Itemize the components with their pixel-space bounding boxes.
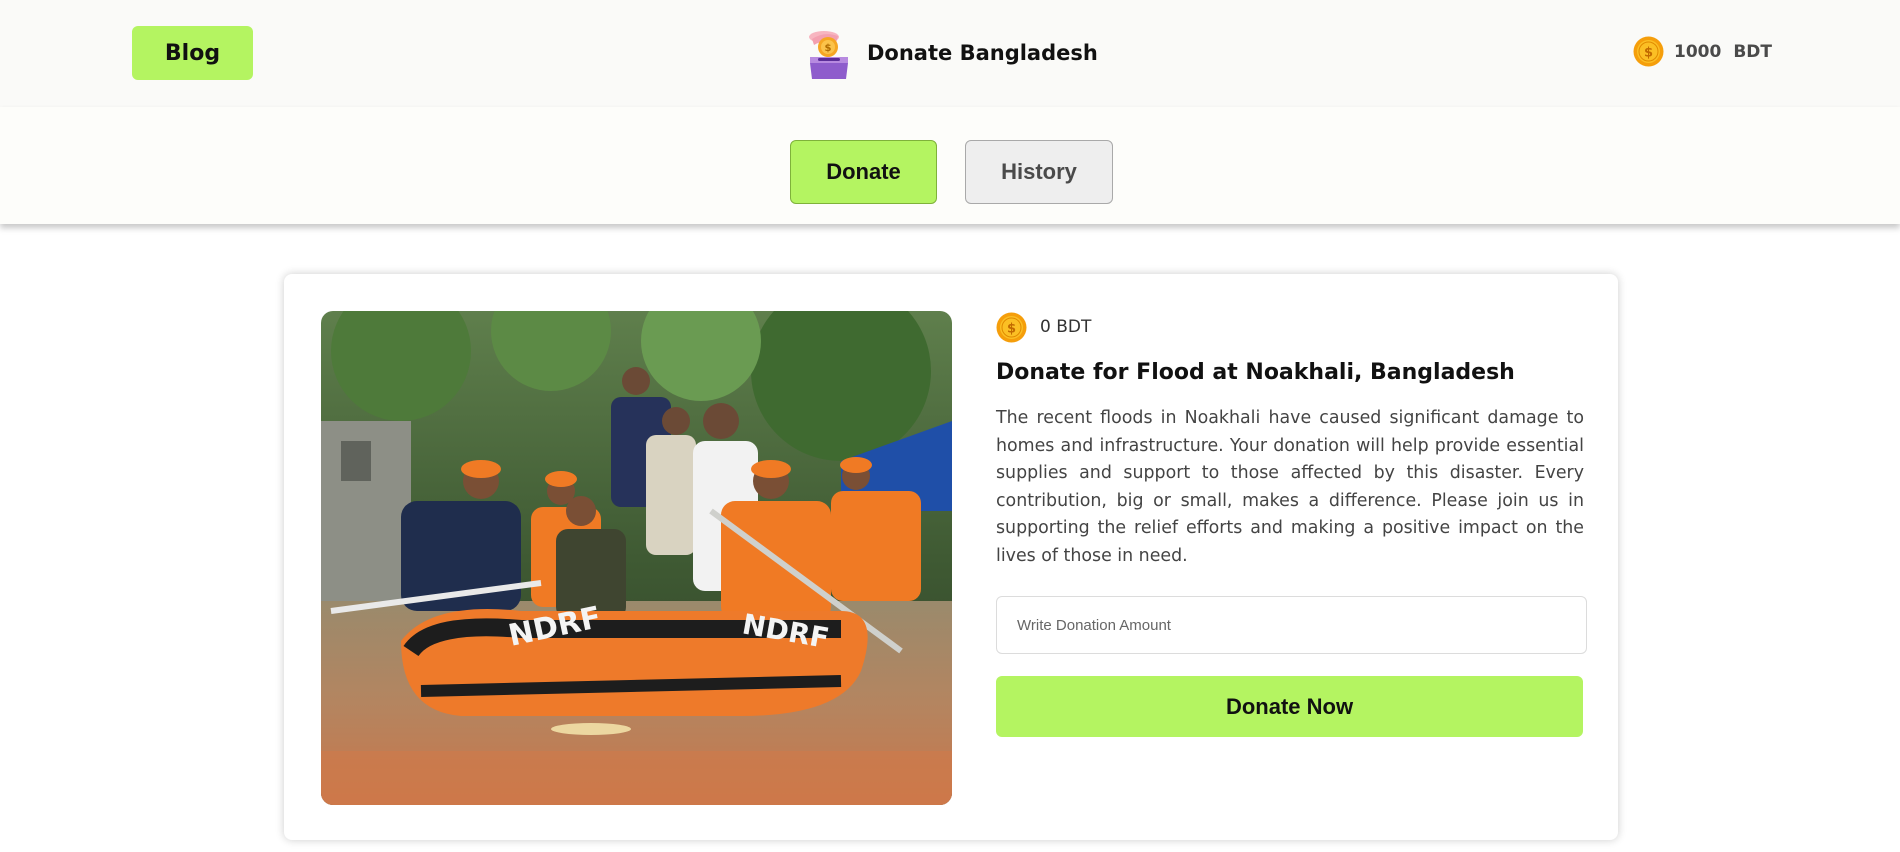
donation-card: NDRF NDRF $ 0 BDT Donate for Flood at No… [284,274,1618,840]
svg-text:$: $ [1644,46,1653,61]
blog-button[interactable]: Blog [132,26,253,80]
donation-details: $ 0 BDT Donate for Flood at Noakhali, Ba… [996,311,1587,737]
svg-text:$: $ [825,43,832,54]
gold-coin-icon: $ [996,312,1027,343]
brand: $ Donate Bangladesh [800,25,1098,81]
svg-text:$: $ [1007,321,1016,336]
gold-coin-icon: $ [1633,36,1664,67]
raised-amount: $ 0 BDT [996,311,1584,343]
brand-title: Donate Bangladesh [867,41,1098,65]
tab-bar: Donate History [0,107,1900,224]
cause-title: Donate for Flood at Noakhali, Bangladesh [996,360,1515,385]
top-navbar: Blog $ Donate Bangladesh $ 1000 BDT [0,0,1900,107]
flood-rescue-photo: NDRF NDRF [321,311,952,805]
balance-display: $ 1000 BDT [1633,36,1772,67]
cause-description: The recent floods in Noakhali have cause… [996,408,1584,566]
raised-amount-text: 0 BDT [1040,317,1092,337]
donate-now-button[interactable]: Donate Now [996,676,1583,737]
donation-box-icon: $ [800,25,858,81]
balance-currency: BDT [1733,41,1772,62]
balance-amount: 1000 [1674,41,1722,62]
donation-amount-input[interactable] [996,596,1587,654]
tab-history[interactable]: History [965,140,1113,204]
tab-donate[interactable]: Donate [790,140,937,204]
